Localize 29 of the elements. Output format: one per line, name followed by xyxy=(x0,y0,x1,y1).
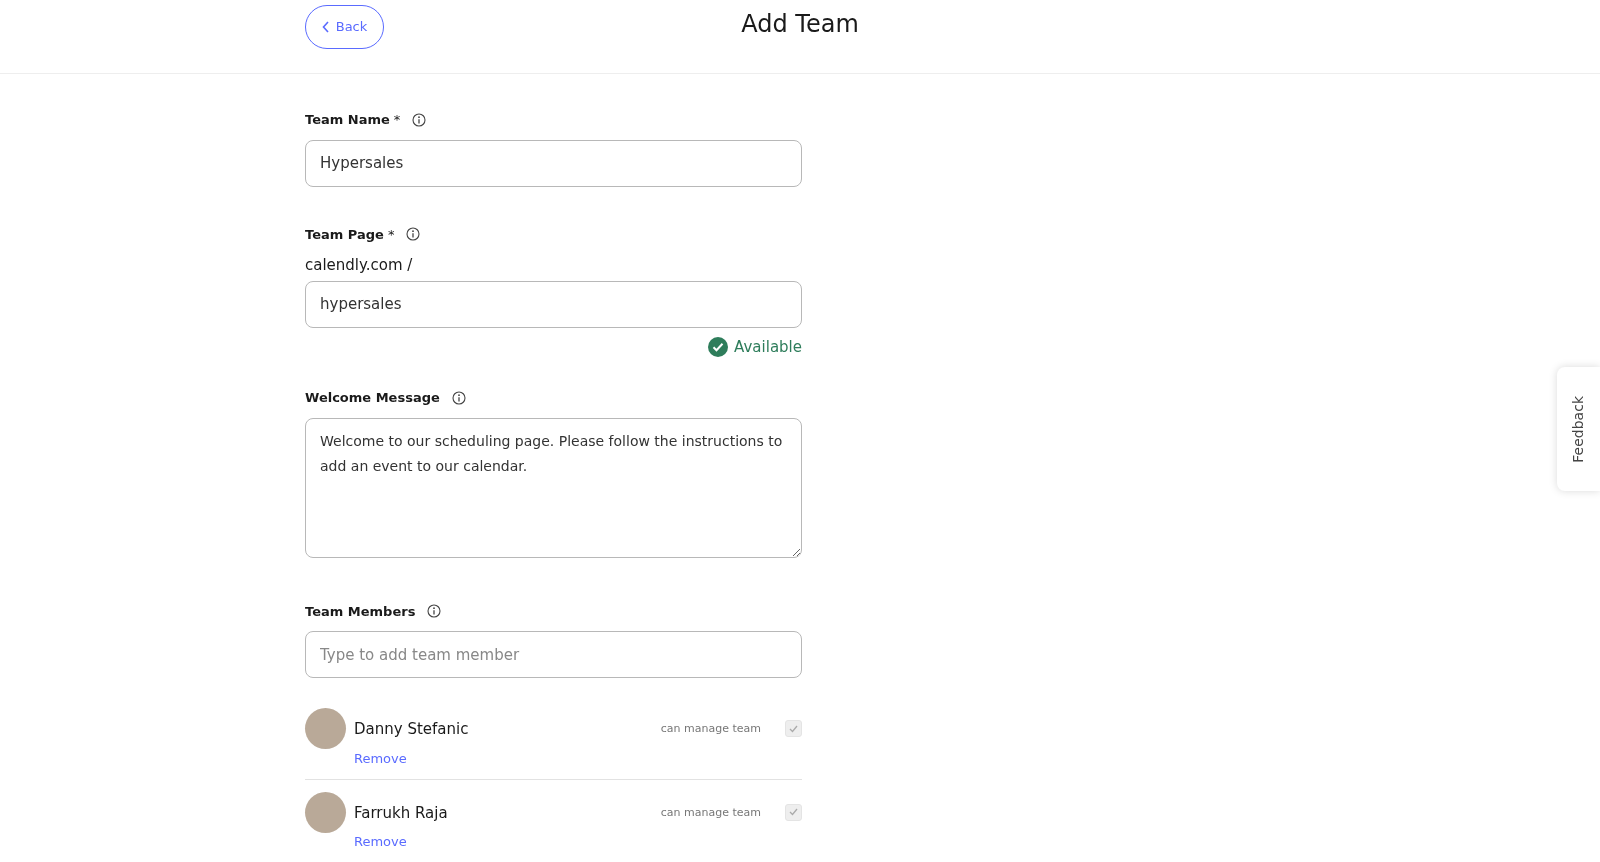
member-name: Danny Stefanic xyxy=(354,719,470,740)
back-button[interactable]: Back xyxy=(305,5,384,49)
page-title: Add Team xyxy=(741,10,859,39)
text-field[interactable]: Hypersales xyxy=(305,139,802,187)
availability-status: Available xyxy=(734,336,802,358)
permission-label: can manage team xyxy=(660,804,761,821)
field-label: Team Members xyxy=(305,602,416,621)
info-icon[interactable] xyxy=(451,390,466,405)
text-field[interactable]: Type to add team member xyxy=(305,631,802,678)
field-label: Team Page xyxy=(305,225,384,244)
avatar-placeholder xyxy=(305,791,346,833)
message-textarea[interactable]: Welcome to our scheduling page. Please follow the instructions to add an event to our calendar. xyxy=(305,417,802,558)
check-circle-icon xyxy=(708,336,729,357)
checkmark-icon xyxy=(789,724,798,733)
text-field[interactable]: hypersales xyxy=(305,280,802,328)
permission-label: can manage team xyxy=(660,721,761,737)
member-name: Farrukh Raja xyxy=(354,802,449,824)
avatar-placeholder xyxy=(305,708,346,749)
url-prefix: calendly.com / xyxy=(305,255,414,276)
info-icon[interactable] xyxy=(412,112,427,127)
info-icon[interactable] xyxy=(427,604,442,619)
field-label: Team Name xyxy=(305,111,390,129)
chevron-left-icon xyxy=(321,21,330,33)
field-label: Welcome Message xyxy=(305,389,440,407)
checkmark-icon xyxy=(789,808,798,816)
feedback-tab[interactable]: Feedback xyxy=(1557,367,1600,491)
required-asterisk: * xyxy=(387,225,395,244)
required-asterisk: * xyxy=(393,111,401,129)
info-icon[interactable] xyxy=(406,227,421,242)
